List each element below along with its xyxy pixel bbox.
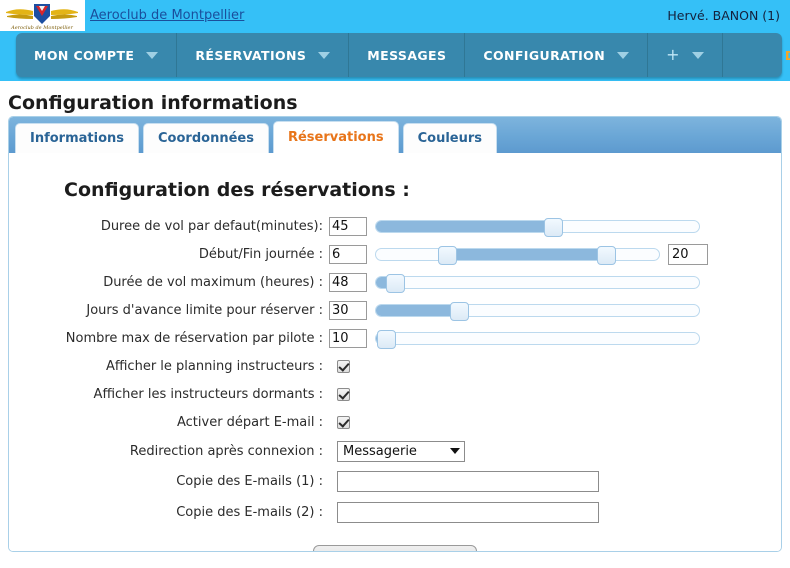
depart-email-checkbox[interactable]	[337, 415, 350, 429]
tab-label: Réservations	[287, 130, 384, 145]
field-label: Durée de vol maximum (heures) :	[103, 274, 323, 290]
config-panel: Informations Coordonnées Réservations Co…	[8, 116, 782, 552]
field-row-instructeurs-dormants: Afficher les instructeurs dormants :	[9, 381, 781, 407]
slider-fill	[446, 248, 603, 260]
club-name-link[interactable]: Aeroclub de Montpellier	[90, 8, 244, 23]
field-label: Nombre max de réservation par pilote :	[65, 330, 323, 346]
logout-button[interactable]: DÉCONNEXION	[759, 33, 790, 77]
field-row-duree-defaut: Duree de vol par defaut(minutes):	[9, 213, 781, 239]
field-row-nombre-max: Nombre max de réservation par pilote :	[9, 325, 781, 351]
tab-label: Informations	[30, 131, 125, 146]
chevron-down-icon	[146, 51, 159, 59]
instructeurs-dormants-checkbox[interactable]	[337, 387, 350, 401]
copie-emails-1-input[interactable]	[337, 471, 599, 492]
save-button[interactable]: Enregistrer	[312, 545, 478, 551]
tab-informations[interactable]: Informations	[15, 123, 140, 153]
field-label: Redirection après connexion :	[129, 443, 323, 459]
field-label: Copie des E-mails (2) :	[176, 505, 323, 520]
field-row-jours-avance: Jours d'avance limite pour réserver :	[9, 297, 781, 323]
slider-handle-start[interactable]	[438, 245, 458, 265]
field-label: Début/Fin journée :	[198, 246, 323, 262]
save-row: Enregistrer	[9, 545, 781, 551]
nav-item-label: CONFIGURATION	[483, 47, 606, 63]
tab-label: Coordonnées	[158, 131, 254, 146]
reservations-form: Duree de vol par defaut(minutes): Début/…	[9, 213, 781, 551]
fin-journee-input[interactable]	[668, 243, 708, 265]
debut-fin-range-slider[interactable]	[375, 245, 660, 265]
slider-handle-end[interactable]	[596, 245, 616, 265]
nav-item-configuration[interactable]: CONFIGURATION	[465, 33, 649, 77]
jours-avance-input[interactable]	[329, 300, 367, 320]
nav-item-messages[interactable]: MESSAGES	[349, 33, 466, 77]
tab-content-reservations: Configuration des réservations : Duree d…	[9, 153, 781, 551]
nav-item-add[interactable]: +	[648, 33, 723, 77]
slider-handle[interactable]	[543, 217, 563, 237]
user-name-label: Hervé. BANON (1)	[667, 8, 780, 23]
field-row-depart-email: Activer départ E-mail :	[9, 409, 781, 435]
nombre-max-input[interactable]	[329, 328, 367, 348]
nav-item-label: MESSAGES	[367, 47, 447, 63]
page-title: Configuration informations	[8, 92, 298, 114]
nav-item-reservations[interactable]: RÉSERVATIONS	[177, 33, 350, 77]
jours-avance-slider[interactable]	[375, 301, 700, 321]
slider-fill	[376, 220, 551, 232]
chevron-down-icon	[318, 51, 331, 59]
field-row-planning-instructeurs: Afficher le planning instructeurs :	[9, 353, 781, 379]
main-nav: MON COMPTE RÉSERVATIONS MESSAGES CONFIGU…	[16, 33, 790, 77]
field-row-copie-emails-2: Copie des E-mails (2) :	[9, 498, 781, 527]
planning-instructeurs-checkbox[interactable]	[337, 359, 350, 373]
nav-item-label: MON COMPTE	[34, 47, 135, 63]
chevron-down-icon	[450, 448, 460, 454]
debut-journee-input[interactable]	[329, 244, 367, 264]
slider-handle[interactable]	[385, 273, 405, 293]
tab-bar: Informations Coordonnées Réservations Co…	[9, 117, 781, 153]
field-label: Activer départ E-mail :	[176, 414, 323, 430]
chevron-down-icon	[691, 51, 704, 59]
slider-handle[interactable]	[450, 301, 470, 321]
redirection-select-value: Messagerie	[343, 443, 417, 459]
tab-couleurs[interactable]: Couleurs	[402, 123, 497, 153]
plus-icon: +	[666, 45, 680, 64]
field-label: Afficher les instructeurs dormants :	[93, 386, 323, 402]
slider-fill	[376, 304, 457, 316]
chevron-down-icon	[617, 51, 630, 59]
nav-item-label: RÉSERVATIONS	[195, 47, 307, 63]
field-row-duree-max: Durée de vol maximum (heures) :	[9, 269, 781, 295]
section-title: Configuration des réservations :	[64, 179, 410, 201]
tab-coordonnees[interactable]: Coordonnées	[143, 123, 269, 153]
tab-label: Couleurs	[417, 131, 482, 146]
club-logo[interactable]: Aeroclub de Montpellier	[0, 0, 85, 31]
duree-defaut-input[interactable]	[329, 216, 367, 236]
field-row-redirection: Redirection après connexion : Messagerie	[9, 437, 781, 465]
duree-max-slider[interactable]	[375, 273, 700, 293]
duree-max-input[interactable]	[329, 272, 367, 292]
nav-bar-wrapper: MON COMPTE RÉSERVATIONS MESSAGES CONFIGU…	[0, 31, 790, 81]
redirection-select[interactable]: Messagerie	[337, 440, 465, 462]
slider-handle[interactable]	[377, 329, 397, 349]
nav-item-mon-compte[interactable]: MON COMPTE	[16, 33, 178, 77]
duree-defaut-slider[interactable]	[375, 217, 700, 237]
tab-reservations[interactable]: Réservations	[272, 121, 399, 153]
copie-emails-2-input[interactable]	[337, 502, 599, 523]
field-label: Copie des E-mails (1) :	[176, 474, 323, 489]
top-bar: Aeroclub de Montpellier Aeroclub de Mont…	[0, 0, 790, 31]
aeroclub-emblem-icon: Aeroclub de Montpellier	[6, 4, 78, 31]
nombre-max-slider[interactable]	[375, 329, 700, 349]
field-label: Jours d'avance limite pour réserver :	[86, 302, 323, 318]
field-label: Duree de vol par defaut(minutes):	[100, 218, 323, 234]
field-label: Afficher le planning instructeurs :	[105, 358, 323, 374]
field-row-debut-fin: Début/Fin journée :	[9, 241, 781, 267]
field-row-copie-emails-1: Copie des E-mails (1) :	[9, 467, 781, 496]
